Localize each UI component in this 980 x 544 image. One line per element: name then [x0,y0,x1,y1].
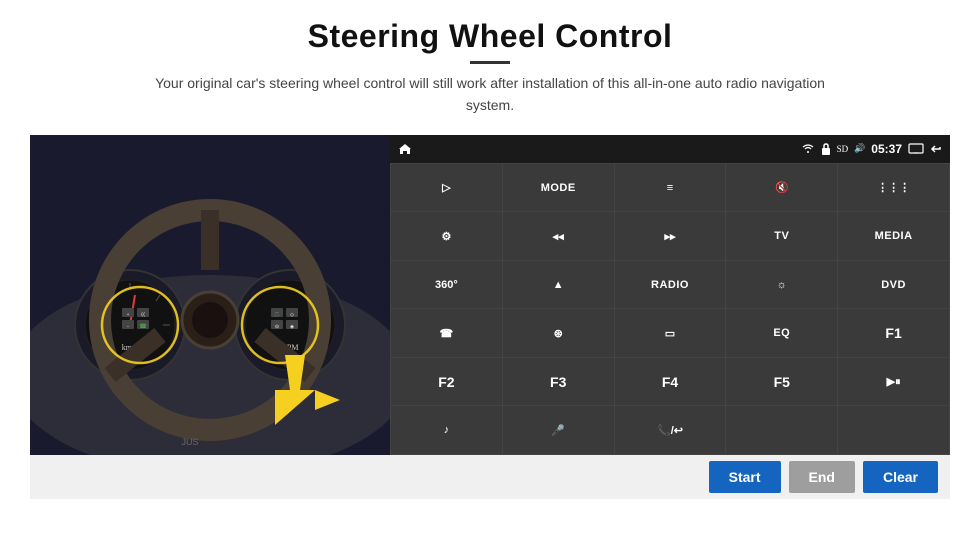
title-divider [470,61,510,64]
button-prev[interactable]: ◂◂ [503,212,614,260]
button-settings[interactable]: ⚙ [391,212,502,260]
button-f2[interactable]: F2 [391,358,502,406]
clear-button[interactable]: Clear [863,461,938,493]
title-section: Steering Wheel Control Your original car… [140,18,840,129]
button-music[interactable]: ♪ [391,406,502,454]
button-media[interactable]: MEDIA [838,212,949,260]
button-phone[interactable]: ☎ [391,309,502,357]
button-f3[interactable]: F3 [503,358,614,406]
button-cam360[interactable]: 360° [391,261,502,309]
svg-text:◈: ◈ [290,324,294,330]
svg-text:⊙: ⊙ [275,324,279,330]
button-radio[interactable]: RADIO [615,261,726,309]
button-f4[interactable]: F4 [615,358,726,406]
page-wrapper: Steering Wheel Control Your original car… [0,0,980,544]
button-eq[interactable]: EQ [726,309,837,357]
button-next[interactable]: ▸▸ [615,212,726,260]
button-grid: ▷MODE≡🔇⋮⋮⋮ ⚙◂◂▸▸TVMEDIA 360°▲RADIO☼DVD ☎⊛▭E… [390,163,950,455]
svg-text:🎵: 🎵 [274,311,280,318]
button-playpause[interactable]: ▶⏸ [838,358,949,406]
button-display[interactable]: ▭ [615,309,726,357]
button-compass[interactable]: ⊛ [503,309,614,357]
button-f5[interactable]: F5 [726,358,837,406]
status-bar: SD 🔊 05:37 [390,135,950,163]
button-brightness[interactable]: ☼ [726,261,837,309]
button-list[interactable]: ≡ [615,164,726,212]
steering-wheel-image: km/h RPM [30,135,390,455]
start-button[interactable]: Start [709,461,781,493]
content-area: km/h RPM [30,135,950,499]
status-left [398,143,412,155]
button-apps[interactable]: ⋮⋮⋮ [838,164,949,212]
svg-text:◇: ◇ [290,312,294,318]
main-content: km/h RPM [30,135,950,455]
screen-icon [908,143,924,154]
button-tv[interactable]: TV [726,212,837,260]
button-f1[interactable]: F1 [838,309,949,357]
wifi-icon [801,143,815,154]
button-mic[interactable]: 🎤 [503,406,614,454]
status-time: 05:37 [871,142,902,156]
button-dvd[interactable]: DVD [838,261,949,309]
page-title: Steering Wheel Control [140,18,840,55]
home-icon [398,143,412,155]
button-eject[interactable]: ▲ [503,261,614,309]
button-empty-6-4 [726,406,837,454]
button-handfree[interactable]: 📞/↩ [615,406,726,454]
bt-icon: 🔊 [854,143,865,154]
button-mode[interactable]: MODE [503,164,614,212]
svg-text:+: + [127,313,130,318]
status-right: SD 🔊 05:37 [801,142,942,156]
end-button[interactable]: End [789,461,855,493]
button-mute[interactable]: 🔇 [726,164,837,212]
svg-text:☎: ☎ [139,323,147,330]
button-send[interactable]: ▷ [391,164,502,212]
back-icon [930,144,942,154]
svg-text:⟨⟨: ⟨⟨ [141,312,145,318]
subtitle: Your original car's steering wheel contr… [140,72,840,117]
sd-icon: SD [837,144,849,154]
button-empty-6-5 [838,406,949,454]
svg-text:JUS: JUS [181,437,198,447]
lock-icon [821,143,831,155]
android-unit: SD 🔊 05:37 [390,135,950,455]
bottom-bar: Start End Clear [30,455,950,499]
